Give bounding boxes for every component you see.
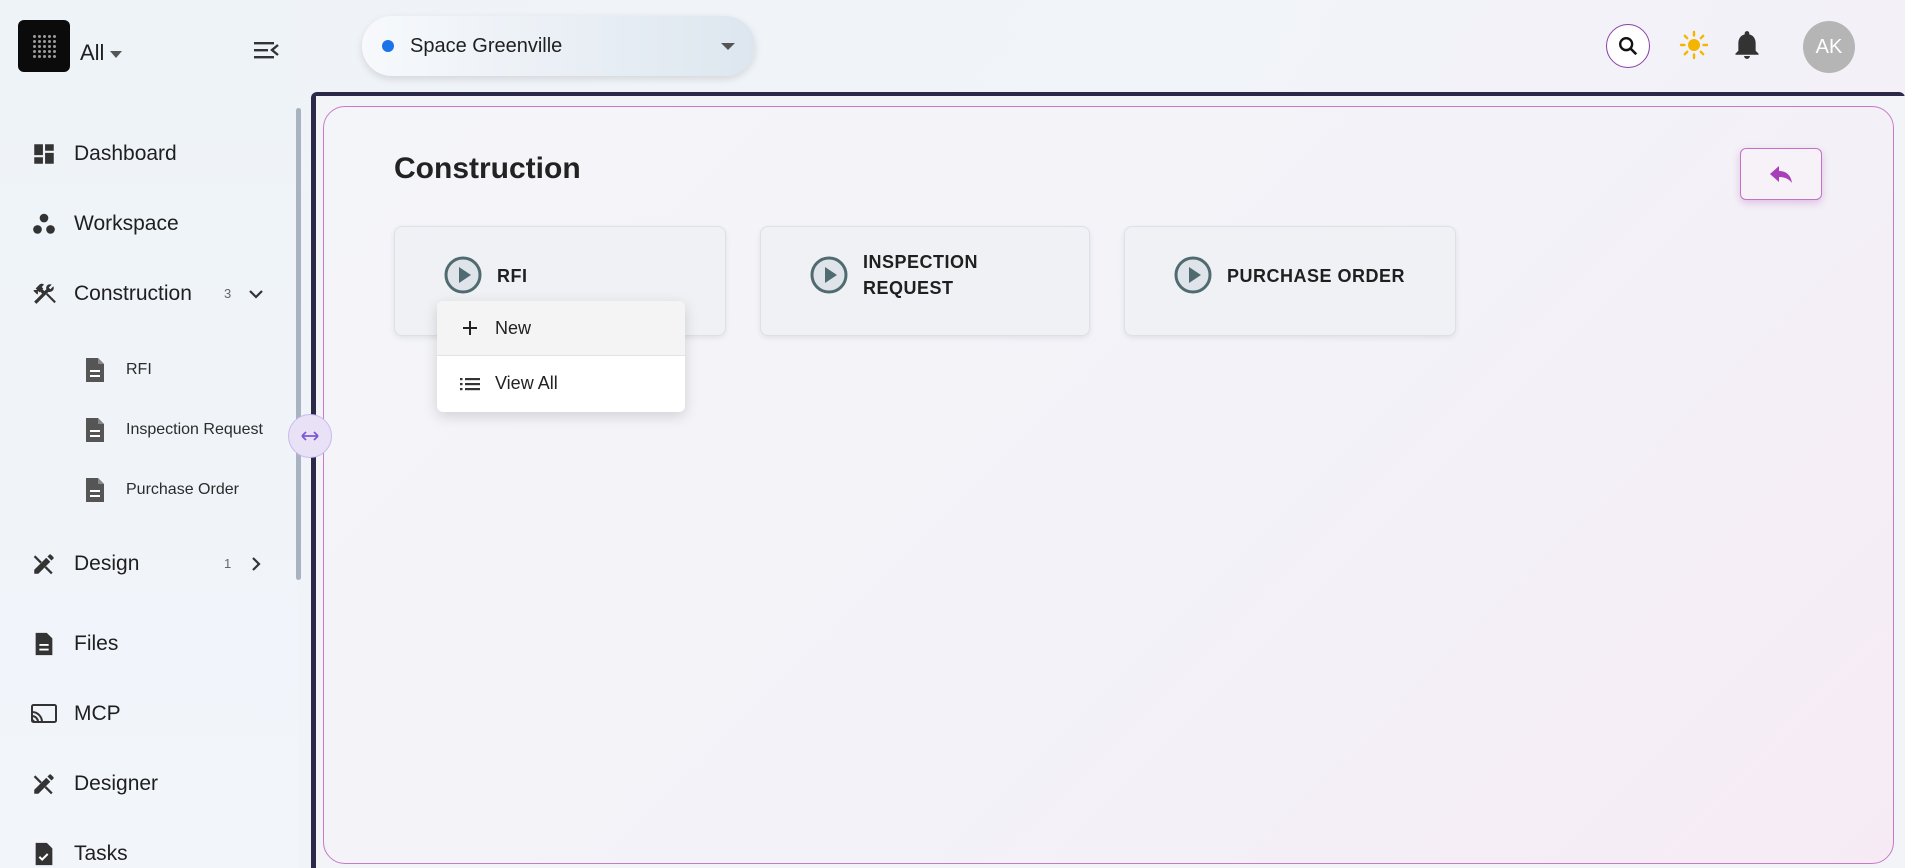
sidebar-scrollbar[interactable] xyxy=(296,108,301,580)
play-circle-icon xyxy=(1174,256,1212,294)
sidebar-item-dashboard[interactable]: Dashboard xyxy=(30,136,177,172)
play-circle-icon xyxy=(810,256,848,294)
sidebar-item-label: Designer xyxy=(74,772,159,795)
space-status-dot xyxy=(382,40,394,52)
tools-icon xyxy=(30,280,58,308)
sidebar-subitem-inspection-request[interactable]: Inspection Request xyxy=(84,415,263,445)
sidebar-item-label: MCP xyxy=(74,702,121,725)
scope-label: All xyxy=(80,40,105,65)
scope-selector[interactable]: All xyxy=(80,40,123,66)
sidebar: All Dashboard Workspace Construction 3 R… xyxy=(0,0,301,868)
workspace-icon xyxy=(30,210,58,238)
document-icon xyxy=(84,356,108,384)
sidebar-item-files[interactable]: Files xyxy=(30,626,118,662)
avatar[interactable]: AK xyxy=(1803,21,1855,73)
reply-arrow-icon xyxy=(1770,166,1792,183)
sidebar-item-design[interactable]: Design xyxy=(30,546,270,582)
search-button[interactable] xyxy=(1606,24,1650,68)
theme-toggle-button[interactable] xyxy=(1679,30,1709,60)
menu-item-label: New xyxy=(495,317,532,338)
file-icon xyxy=(30,630,58,658)
document-icon xyxy=(84,476,108,504)
sidebar-item-tasks[interactable]: Tasks xyxy=(30,836,128,868)
sidebar-item-label: Construction xyxy=(74,282,192,305)
sidebar-subitem-label: Purchase Order xyxy=(126,481,239,498)
list-icon xyxy=(459,373,481,395)
sidebar-item-label: Tasks xyxy=(74,842,128,865)
sidebar-item-workspace[interactable]: Workspace xyxy=(30,206,179,242)
menu-item-view-all[interactable]: View All xyxy=(437,356,685,411)
play-circle-icon xyxy=(444,256,482,294)
sidebar-subitem-rfi[interactable]: RFI xyxy=(84,355,152,385)
content-panel xyxy=(323,106,1894,864)
resize-arrows-icon xyxy=(301,431,319,441)
bell-icon xyxy=(1735,31,1759,59)
dashboard-icon xyxy=(30,140,58,168)
sidebar-subitem-purchase-order[interactable]: Purchase Order xyxy=(84,475,239,505)
avatar-initials: AK xyxy=(1815,35,1843,58)
notifications-button[interactable] xyxy=(1733,30,1761,60)
card-label: RFI xyxy=(497,266,528,286)
sidebar-subitem-label: Inspection Request xyxy=(126,421,263,438)
sidebar-item-designer[interactable]: Designer xyxy=(30,766,158,802)
sidebar-resize-handle[interactable] xyxy=(288,414,332,458)
sun-icon xyxy=(1679,30,1709,60)
back-button[interactable] xyxy=(1740,148,1822,200)
chevron-down-icon xyxy=(721,43,735,50)
collapse-sidebar-button[interactable] xyxy=(252,38,280,62)
chevron-down-icon[interactable] xyxy=(246,284,266,304)
design-count-badge: 1 xyxy=(224,556,232,571)
sidebar-item-label: Design xyxy=(74,552,140,575)
menu-item-label: View All xyxy=(495,373,558,393)
sidebar-subitem-label: RFI xyxy=(126,361,152,378)
plus-icon xyxy=(459,317,481,339)
task-icon xyxy=(30,840,58,868)
sidebar-item-mcp[interactable]: MCP xyxy=(30,696,121,732)
document-icon xyxy=(84,416,108,444)
space-selector[interactable]: Space Greenville xyxy=(362,16,755,76)
design-icon xyxy=(30,550,58,578)
card-label: INSPECTION REQUEST xyxy=(863,249,978,301)
rfi-context-menu: New View All xyxy=(437,301,685,412)
app-logo[interactable] xyxy=(18,20,70,72)
card-label-line-2: REQUEST xyxy=(863,278,954,298)
sidebar-item-label: Workspace xyxy=(74,212,179,235)
page-title: Construction xyxy=(394,152,581,185)
cast-icon xyxy=(30,700,58,728)
card-inspection-request[interactable]: INSPECTION REQUEST xyxy=(760,226,1090,336)
sidebar-item-construction[interactable]: Construction xyxy=(30,276,270,312)
search-icon xyxy=(1619,37,1638,56)
construction-count-badge: 3 xyxy=(224,286,232,301)
chevron-down-icon xyxy=(110,50,123,58)
space-name: Space Greenville xyxy=(410,34,563,57)
card-label-line-1: INSPECTION xyxy=(863,252,979,272)
sidebar-item-label: Dashboard xyxy=(74,142,177,165)
menu-collapse-icon xyxy=(254,42,279,59)
design-icon xyxy=(30,770,58,798)
chevron-right-icon[interactable] xyxy=(246,554,266,574)
card-label: PURCHASE ORDER xyxy=(1227,266,1406,286)
card-purchase-order[interactable]: PURCHASE ORDER xyxy=(1124,226,1456,336)
menu-item-new[interactable]: New xyxy=(437,301,685,356)
sidebar-item-label: Files xyxy=(74,632,119,655)
